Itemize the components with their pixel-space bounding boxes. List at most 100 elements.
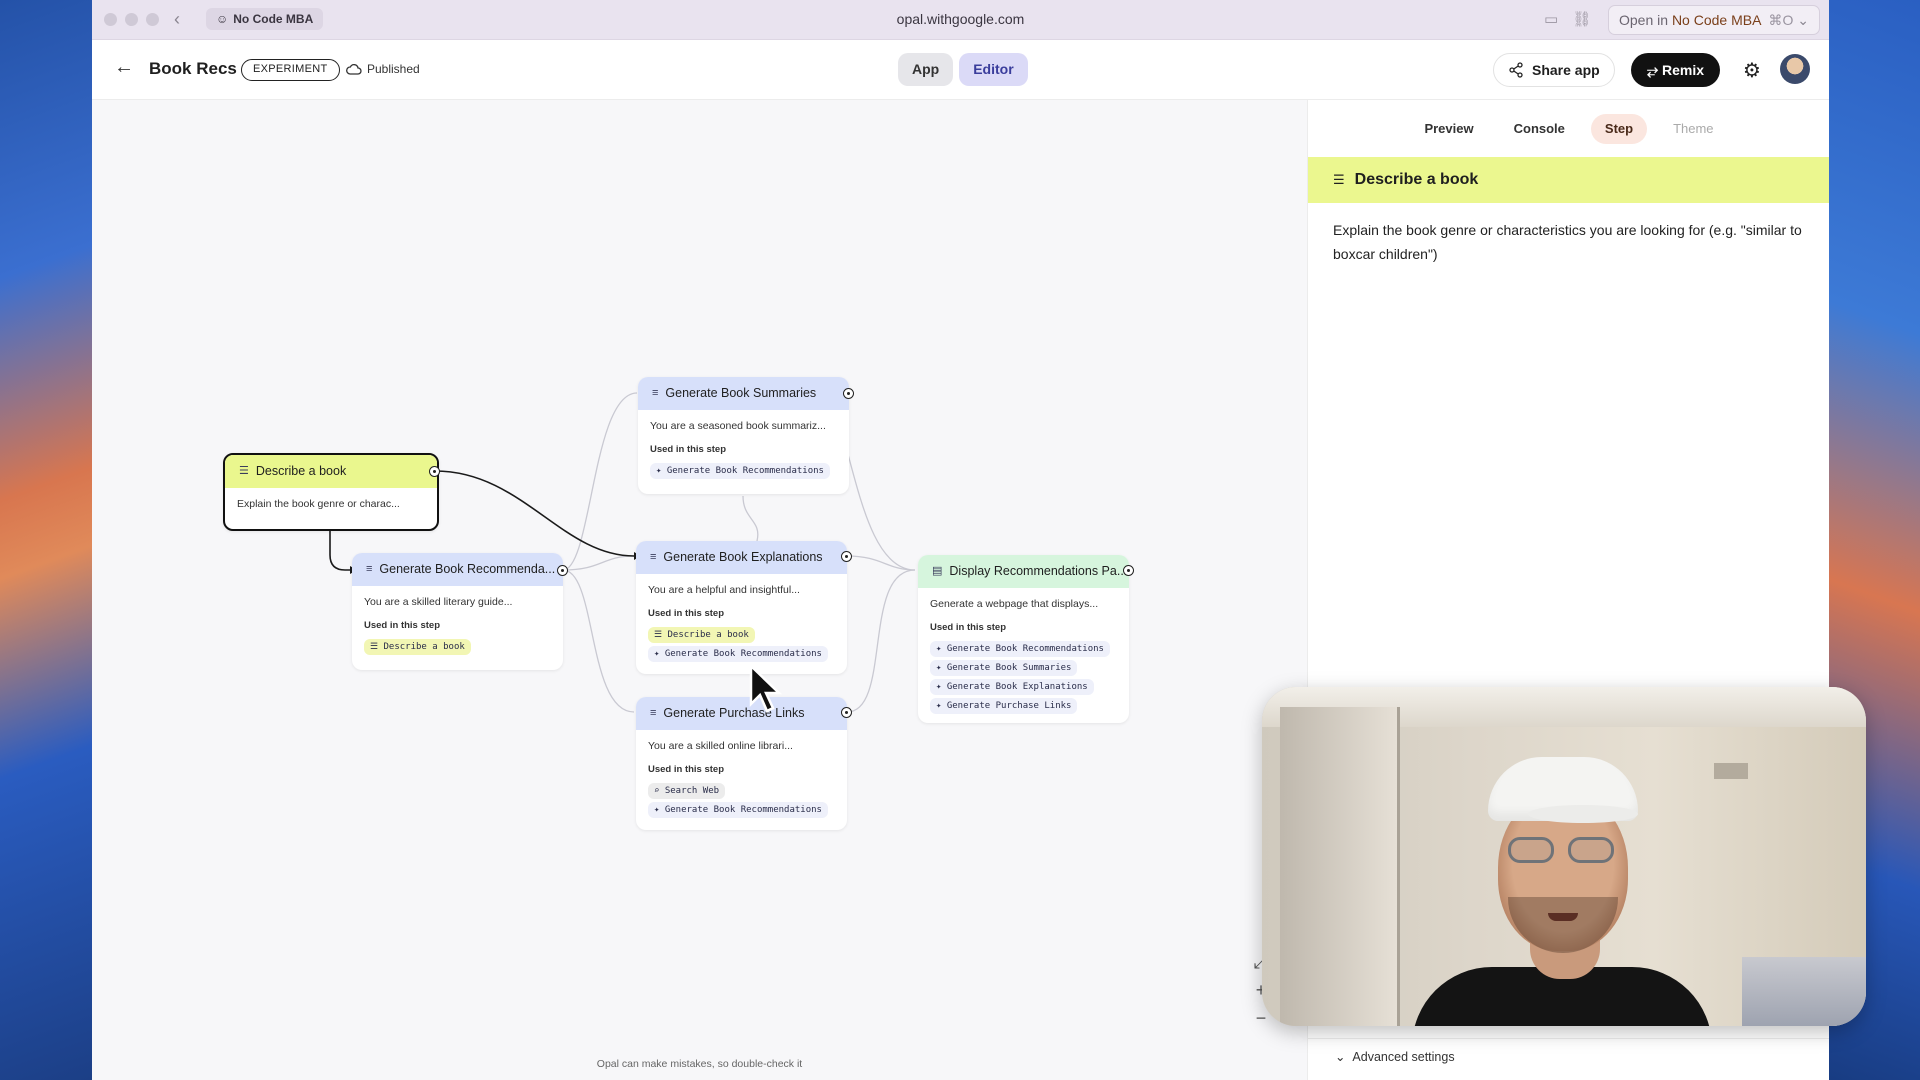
open-in-app-button[interactable]: Open in No Code MBA ⌘O ⌄ [1608, 5, 1820, 35]
tool-chip[interactable]: ⌕ Search Web [648, 783, 726, 799]
window-controls [104, 13, 159, 26]
node-description: Generate a webpage that displays... [930, 598, 1099, 610]
node-generate-purchase-links[interactable]: ≡ Generate Purchase Links You are a skil… [636, 697, 847, 830]
step-chip[interactable]: ✦ Generate Book Recommendations [648, 646, 828, 662]
step-chip[interactable]: ✦ Generate Book Summaries [930, 660, 1078, 676]
output-port[interactable] [841, 707, 852, 718]
used-in-step-label: Used in this step [650, 444, 727, 455]
close-window-button[interactable] [104, 13, 117, 26]
edge-describe-to-explanations [434, 470, 635, 557]
node-header: ≡ Generate Book Recommenda... [352, 553, 563, 586]
presenter-glasses [1508, 837, 1620, 865]
search-icon: ⌕ [654, 786, 665, 796]
edge-summaries-to-explanations [742, 495, 759, 542]
step-chip[interactable]: ☰ Describe a book [648, 627, 755, 643]
output-port[interactable] [429, 466, 440, 477]
sparkle-icon: ✦ [936, 644, 947, 654]
app-view-button[interactable]: App [898, 53, 954, 86]
step-chip[interactable]: ✦ Generate Book Recommendations [930, 641, 1110, 657]
output-port[interactable] [843, 388, 854, 399]
webcam-overlay [1262, 687, 1866, 1026]
link-icon[interactable]: ⛓ [1572, 10, 1591, 28]
cloud-icon [346, 63, 362, 75]
node-header: ☰ Describe a book [225, 455, 437, 488]
view-toggle: App Editor [898, 53, 1028, 86]
edge-purchase-to-display [846, 569, 916, 713]
remix-label: Remix [1662, 62, 1705, 78]
back-arrow-icon[interactable]: ← [114, 56, 134, 79]
site-chip[interactable]: ☺ No Code MBA [206, 8, 324, 30]
sparkle-icon: ✦ [936, 663, 947, 673]
node-header: ≡ Generate Purchase Links [636, 697, 847, 730]
url-text[interactable]: opal.withgoogle.com [897, 11, 1025, 27]
advanced-settings-label: Advanced settings [1352, 1050, 1455, 1064]
used-in-step-label: Used in this step [930, 622, 1007, 633]
site-favicon-icon: ☺ [216, 12, 229, 26]
disclaimer-text: Opal can make mistakes, so double-check … [596, 1058, 803, 1070]
chevron-down-icon: ⌄ [1335, 1050, 1353, 1064]
node-header: ≡ Generate Book Summaries [638, 377, 849, 410]
browser-actions: ▭ ⛓ [1544, 10, 1591, 28]
node-description: Explain the book genre or charac... [237, 498, 400, 510]
step-header: ☰ Describe a book [1308, 157, 1829, 203]
node-body: Explain the book genre or charac... [225, 488, 437, 529]
node-generate-summaries[interactable]: ≡ Generate Book Summaries You are a seas… [638, 377, 849, 494]
mouse-cursor-icon [749, 664, 783, 713]
step-chip[interactable]: ✦ Generate Book Recommendations [648, 802, 828, 818]
cast-icon[interactable]: ▭ [1544, 10, 1558, 28]
node-title: Generate Book Recommenda... [379, 562, 556, 576]
browser-back-icon[interactable]: ‹ [174, 9, 180, 30]
tab-preview[interactable]: Preview [1410, 114, 1487, 144]
open-in-prefix: Open in [1619, 12, 1669, 28]
generate-icon: ≡ [652, 387, 659, 399]
node-describe-book[interactable]: ☰ Describe a book Explain the book genre… [223, 453, 439, 531]
editor-view-button[interactable]: Editor [959, 53, 1028, 86]
step-chip[interactable]: ☰ Describe a book [364, 639, 471, 655]
flow-canvas[interactable]: ☰ Describe a book Explain the book genre… [92, 100, 1307, 1080]
sparkle-icon: ✦ [936, 701, 947, 711]
input-icon: ☰ [1333, 172, 1345, 187]
step-prompt-text[interactable]: Explain the book genre or characteristic… [1333, 218, 1813, 266]
advanced-settings-toggle[interactable]: ⌄ Advanced settings [1308, 1038, 1829, 1064]
used-in-step-label: Used in this step [648, 608, 725, 619]
output-port[interactable] [557, 565, 568, 576]
node-generate-explanations[interactable]: ≡ Generate Book Explanations You are a h… [636, 541, 847, 674]
generate-icon: ≡ [650, 707, 657, 719]
publish-status: Published [346, 62, 420, 76]
output-port[interactable] [1123, 565, 1134, 576]
remix-button[interactable]: ⥂ Remix [1631, 53, 1720, 87]
node-title: Display Recommendations Pa... [949, 564, 1128, 578]
page-title: Book Recs [149, 59, 237, 78]
presenter-cap-brim [1528, 805, 1638, 823]
remix-icon: ⥂ [1646, 62, 1663, 78]
step-chip[interactable]: ✦ Generate Book Explanations [930, 679, 1094, 695]
avatar[interactable] [1780, 54, 1810, 84]
publish-status-label: Published [367, 62, 420, 76]
webcam-door [1280, 707, 1400, 1026]
edge-recommend-to-summaries [562, 392, 638, 571]
step-chip[interactable]: ✦ Generate Purchase Links [930, 698, 1078, 714]
maximize-window-button[interactable] [146, 13, 159, 26]
share-app-label: Share app [1532, 62, 1600, 78]
presenter-mouth [1548, 913, 1578, 921]
tab-console[interactable]: Console [1500, 114, 1579, 144]
share-app-button[interactable]: Share app [1493, 53, 1615, 87]
gear-icon[interactable]: ⚙ [1743, 58, 1761, 83]
minimize-window-button[interactable] [125, 13, 138, 26]
node-body: You are a seasoned book summariz... Used… [638, 410, 849, 490]
node-title: Describe a book [255, 464, 347, 478]
node-generate-recommendations[interactable]: ≡ Generate Book Recommenda... You are a … [352, 553, 563, 670]
tab-step[interactable]: Step [1590, 114, 1648, 144]
generate-icon: ≡ [650, 551, 657, 563]
sparkle-icon: ✦ [654, 805, 665, 815]
node-title: Generate Purchase Links [663, 706, 805, 720]
used-in-step-label: Used in this step [648, 764, 725, 775]
node-description: You are a seasoned book summariz... [650, 420, 826, 432]
chevron-down-icon[interactable]: ⌄ [1797, 6, 1809, 34]
node-display-recommendations[interactable]: ▤ Display Recommendations Pa... Generate… [918, 555, 1129, 723]
generate-icon: ≡ [366, 563, 373, 575]
step-chip[interactable]: ✦ Generate Book Recommendations [650, 463, 830, 479]
node-description: You are a helpful and insightful... [648, 584, 800, 596]
output-port[interactable] [841, 551, 852, 562]
tab-theme[interactable]: Theme [1659, 114, 1727, 144]
